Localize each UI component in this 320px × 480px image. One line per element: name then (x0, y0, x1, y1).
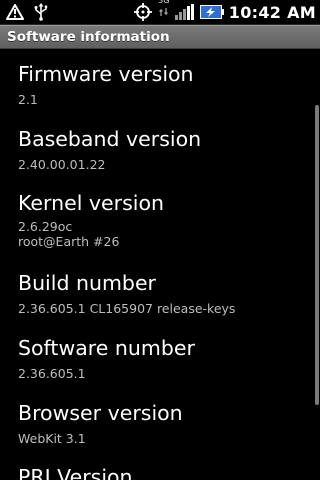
list-item-software-number[interactable]: Software number 2.36.605.1 (18, 336, 195, 381)
item-summary: 2.40.00.01.22 (18, 157, 106, 172)
item-summary: 2.36.605.1 (18, 366, 86, 381)
item-title: PRI Version (18, 465, 133, 480)
list-item-browser-version[interactable]: Browser version WebKit 3.1 (18, 401, 183, 446)
item-summary: 2.36.605.1 CL165907 release-keys (18, 301, 236, 316)
item-title: Software number (18, 336, 195, 360)
list-item-kernel-version[interactable]: Kernel version 2.6.29oc root@Earth #26 (18, 191, 164, 249)
item-title: Baseband version (18, 127, 202, 151)
signal-bars-icon (174, 4, 195, 20)
warning-icon (6, 4, 24, 20)
list-item-baseband-version[interactable]: Baseband version 2.40.00.01.22 (18, 127, 201, 172)
item-title: Firmware version (18, 62, 194, 86)
data-arrows-icon: 3G (158, 0, 170, 23)
scrollbar[interactable] (315, 105, 319, 405)
usb-icon (34, 3, 48, 21)
title-bar: Software information (0, 25, 320, 49)
item-title: Kernel version (18, 191, 165, 215)
page-title: Software information (7, 29, 170, 45)
item-summary-line2: root@Earth #26 (18, 234, 120, 249)
item-summary: 2.6.29oc (18, 219, 73, 234)
network-type-label: 3G (158, 0, 170, 5)
gps-icon (133, 2, 153, 22)
item-title: Build number (18, 271, 156, 295)
status-bar: 3G 10:42 AM (0, 0, 320, 25)
preference-list[interactable]: Firmware version 2.1 Baseband version 2.… (0, 49, 320, 480)
clock-time: 10:42 AM (228, 2, 316, 22)
list-item-build-number[interactable]: Build number 2.36.605.1 CL165907 release… (18, 271, 235, 316)
list-item-firmware-version[interactable]: Firmware version 2.1 (18, 62, 194, 107)
item-summary: WebKit 3.1 (18, 431, 86, 446)
item-summary: 2.1 (18, 92, 38, 107)
battery-charging-icon (199, 5, 224, 19)
list-item-pri-version[interactable]: PRI Version (18, 465, 133, 480)
item-title: Browser version (18, 401, 183, 425)
